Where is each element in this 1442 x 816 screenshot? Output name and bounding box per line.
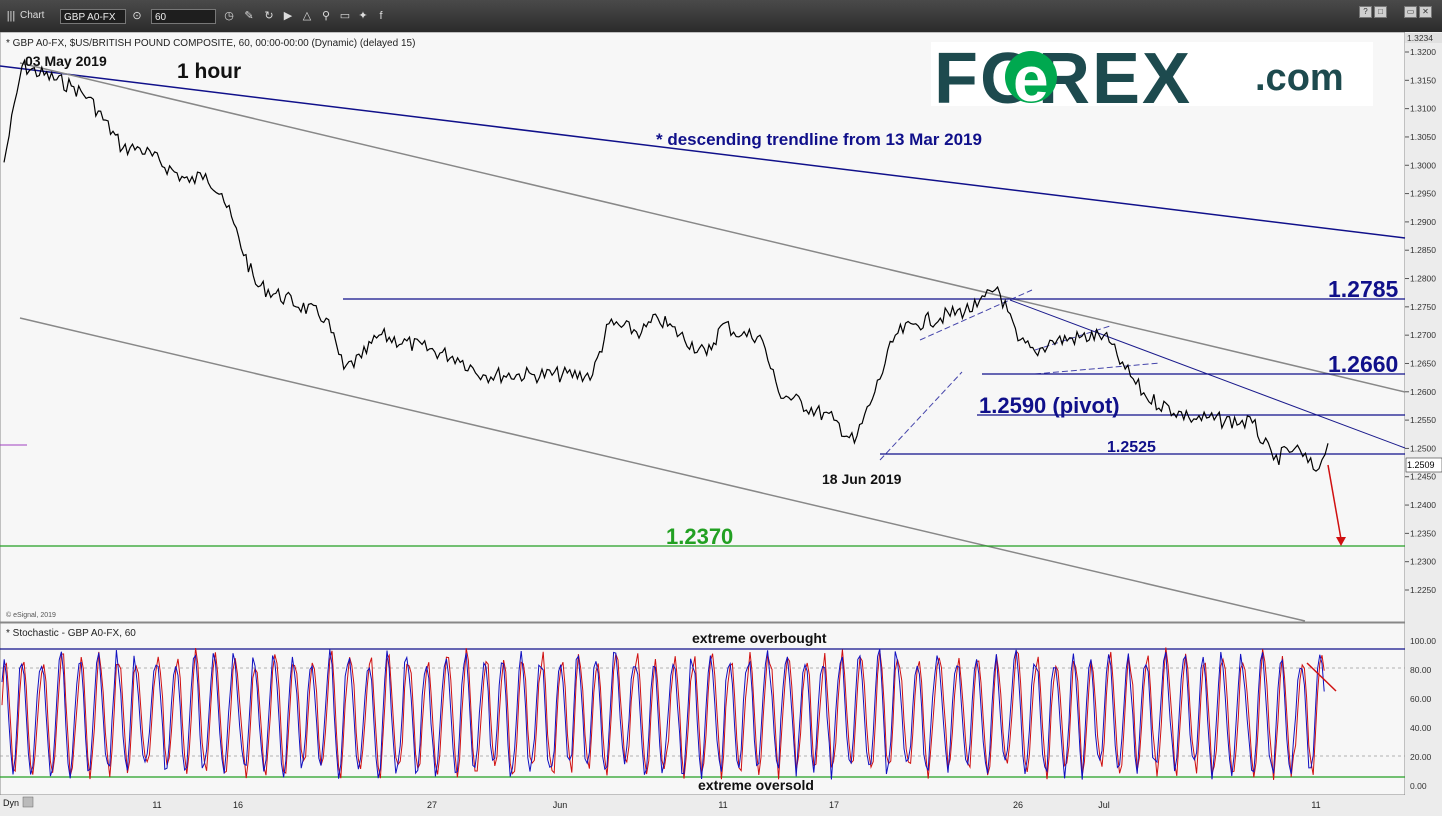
start-date-label: 03 May 2019 [25,53,107,69]
level-1-label: 1.2785 [1328,276,1399,302]
price-tick-label: 1.2850 [1410,245,1436,255]
timeframe-label: 1 hour [177,60,241,83]
logo-o-glyph: e [1013,43,1049,115]
low-date-label: 18 Jun 2019 [822,471,902,487]
overbought-label: extreme overbought [692,630,827,646]
price-tick-label: 1.2950 [1410,189,1436,199]
toolbar: ||| Chart GBP A0-FX ⊙ 60 ◷ ✎ ↻ ▶ △ ⚲ ▭ ✦… [0,0,1442,33]
time-tick-label: 26 [1013,800,1023,810]
time-tick-label: 11 [1311,800,1320,810]
share-icon[interactable]: ⚲ [319,9,333,23]
time-tick-label: Jul [1098,800,1110,810]
price-tick-label: 1.3050 [1410,132,1436,142]
stochastic-tick-label: 0.00 [1410,781,1427,791]
play-icon[interactable]: ▶ [281,9,295,23]
price-tick-label: 1.2650 [1410,358,1436,368]
time-tick-label: Jun [553,800,568,810]
copyright-label: © eSignal, 2019 [6,611,56,619]
symbol-input[interactable]: GBP A0-FX [60,9,126,24]
time-tick-label: 11 [152,800,161,810]
price-tick-label: 1.2500 [1410,443,1436,453]
oversold-label: extreme oversold [698,777,814,793]
stochastic-tick-label: 20.00 [1410,752,1432,762]
logo-text: FOREX [934,39,1192,119]
stochastic-tick-label: 60.00 [1410,694,1432,704]
app-label: Chart [20,10,45,21]
refresh-icon[interactable]: ↻ [262,9,276,23]
price-tick-label: 1.3000 [1410,160,1436,170]
facebook-icon[interactable]: f [374,9,388,23]
stochastic-tick-label: 80.00 [1410,665,1432,675]
time-tick-label: 27 [427,800,437,810]
time-axis-background [0,795,1405,816]
chart-bars-icon[interactable]: ||| [4,9,18,23]
restore-button[interactable]: □ [1374,6,1387,18]
level-pivot-label: 1.2590 (pivot) [979,393,1120,418]
price-tick-label: 1.3100 [1410,104,1436,114]
dyn-label[interactable]: Dyn [3,798,19,808]
price-tick-label: 1.2450 [1410,472,1436,482]
interval-input[interactable]: 60 [151,9,216,24]
twitter-icon[interactable]: ✦ [356,9,370,23]
price-tick-label: 1.2300 [1410,557,1436,567]
help-button[interactable]: ? [1359,6,1372,18]
price-tick-label: 1.2250 [1410,585,1436,595]
level-3-label: 1.2525 [1107,439,1156,456]
time-tick-label: 11 [718,800,727,810]
logo-suffix: .com [1255,57,1344,99]
price-tick-label: 1.2800 [1410,274,1436,284]
chart-area[interactable]: * GBP A0-FX, $US/BRITISH POUND COMPOSITE… [0,32,1442,816]
price-tick-label: 1.3150 [1410,75,1436,85]
target-label: 1.2370 [666,524,733,549]
price-tick-label: 1.3200 [1410,47,1436,57]
price-tick-label: 1.2350 [1410,528,1436,538]
price-tick-label: 1.2750 [1410,302,1436,312]
maximize-button[interactable]: ▭ [1404,6,1417,18]
time-tick-label: 16 [233,800,243,810]
chart-title: * GBP A0-FX, $US/BRITISH POUND COMPOSITE… [6,38,415,49]
link-icon[interactable]: ⊙ [130,9,144,23]
time-tick-label: 17 [829,800,839,810]
price-tick-label: 1.2600 [1410,387,1436,397]
stochastic-tick-label: 100.00 [1410,636,1436,646]
stochastic-tick-label: 40.00 [1410,723,1432,733]
price-tick-label: 1.2700 [1410,330,1436,340]
price-axis-top-label: 1.3234 [1407,33,1433,43]
comment-icon[interactable]: ▭ [338,9,352,23]
calendar-icon[interactable] [22,796,34,808]
pencil-icon[interactable]: ✎ [242,9,256,23]
price-tick-label: 1.2900 [1410,217,1436,227]
price-tick-label: 1.2550 [1410,415,1436,425]
price-tick-label: 1.2400 [1410,500,1436,510]
trendline-note: * descending trendline from 13 Mar 2019 [656,130,982,149]
clock-icon[interactable]: ◷ [222,9,236,23]
last-price-label: 1.2509 [1407,460,1435,470]
close-button[interactable]: ✕ [1419,6,1432,18]
level-2-label: 1.2660 [1328,351,1398,377]
alert-icon[interactable]: △ [300,9,314,23]
stochastic-title: * Stochastic - GBP A0-FX, 60 [6,628,136,639]
